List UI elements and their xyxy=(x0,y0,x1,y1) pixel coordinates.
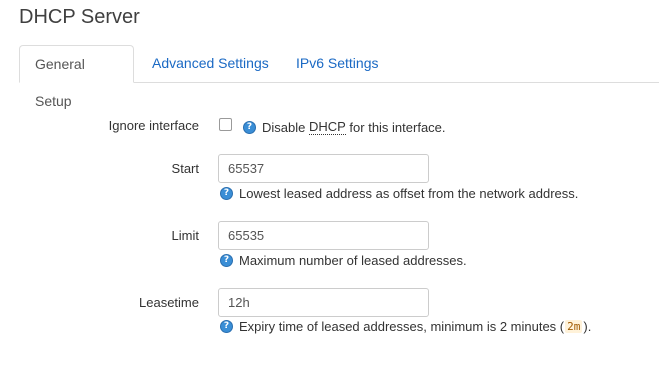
ignore-interface-checkbox[interactable] xyxy=(219,118,232,131)
tab-ipv6-settings[interactable]: IPv6 Settings xyxy=(281,45,394,82)
help-icon: ? xyxy=(220,254,233,267)
start-help-text: Lowest leased address as offset from the… xyxy=(239,186,579,201)
limit-input[interactable]: 65535 xyxy=(218,221,429,250)
start-help: ? Lowest leased address as offset from t… xyxy=(220,186,578,201)
tab-advanced-settings[interactable]: Advanced Settings xyxy=(137,45,284,82)
leasetime-input[interactable]: 12h xyxy=(218,288,429,317)
tab-bar: General Setup Advanced Settings IPv6 Set… xyxy=(19,45,659,109)
limit-label: Limit xyxy=(171,228,199,243)
limit-help: ? Maximum number of leased addresses. xyxy=(220,253,467,268)
leasetime-help: ? Expiry time of leased addresses, minim… xyxy=(220,319,591,334)
dhcp-abbreviation: DHCP xyxy=(308,119,346,135)
dhcp-server-page: DHCP Server General Setup Advanced Setti… xyxy=(0,0,659,366)
leasetime-min-code: 2m xyxy=(565,320,583,333)
leasetime-help-prefix: Expiry time of leased addresses, minimum… xyxy=(239,319,565,334)
leasetime-help-suffix: ). xyxy=(583,319,592,334)
ignore-interface-help-suffix: for this interface. xyxy=(345,119,446,135)
ignore-interface-label: Ignore interface xyxy=(108,118,199,133)
start-label: Start xyxy=(171,161,199,176)
start-input[interactable]: 65537 xyxy=(218,154,429,183)
page-title: DHCP Server xyxy=(19,6,140,28)
help-icon: ? xyxy=(220,187,233,200)
ignore-interface-help-prefix: Disable xyxy=(262,119,309,135)
leasetime-label: Leasetime xyxy=(139,295,199,310)
tab-general-setup[interactable]: General Setup xyxy=(19,45,134,109)
limit-help-text: Maximum number of leased addresses. xyxy=(239,253,467,268)
help-icon: ? xyxy=(220,320,233,333)
ignore-interface-help: ? Disable DHCP for this interface. xyxy=(243,119,446,135)
help-icon: ? xyxy=(243,120,256,134)
